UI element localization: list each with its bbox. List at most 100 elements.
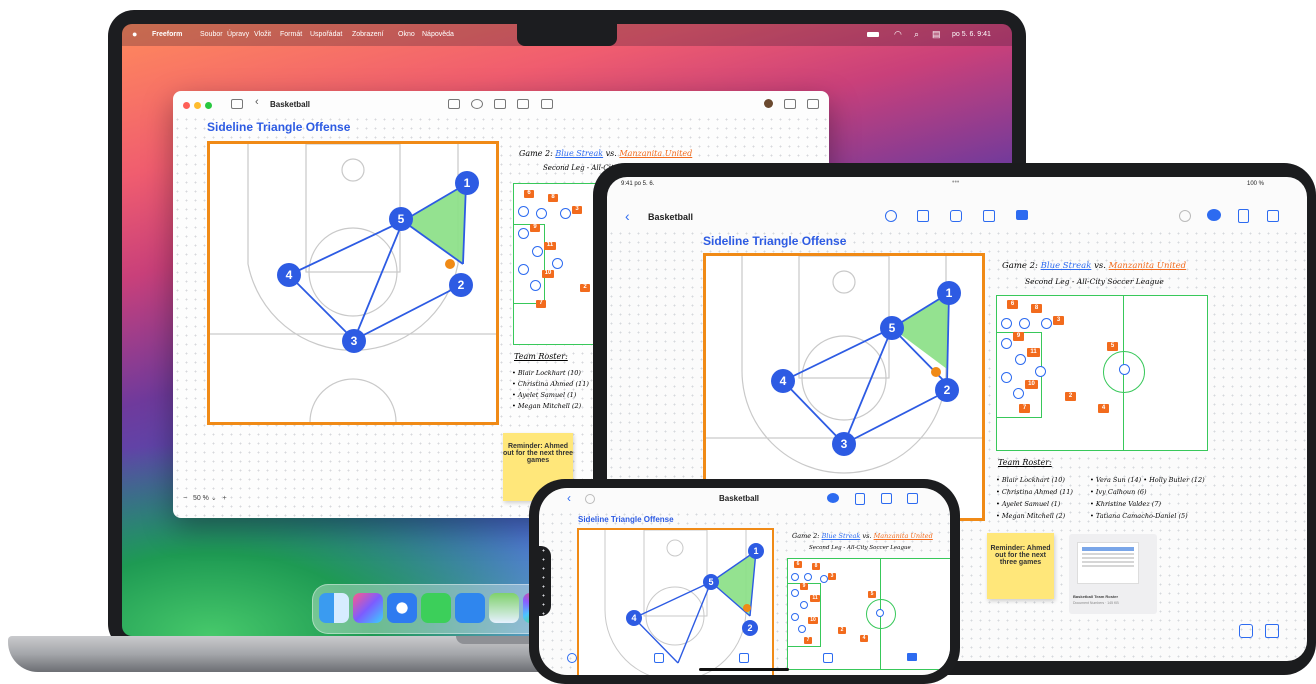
opponent-marker[interactable] [1119, 364, 1130, 375]
menu-app-name[interactable]: Freeform [152, 31, 182, 38]
search-icon[interactable]: ⌕ [914, 29, 919, 40]
player-1-marker[interactable]: 1 [937, 281, 961, 305]
player-2-marker[interactable]: 2 [935, 378, 959, 402]
zoom-out-button[interactable]: − [183, 495, 187, 502]
player-1-marker[interactable]: 1 [455, 171, 479, 195]
compose-icon[interactable] [1267, 210, 1279, 222]
opponent-marker[interactable] [1035, 366, 1046, 377]
player-4-marker[interactable]: 4 [277, 263, 301, 287]
game-title-note[interactable]: Game 2: Blue Streak vs. Manzanita United [519, 149, 692, 158]
collaborate-icon[interactable] [1207, 209, 1221, 221]
roster-list-left[interactable]: • Blair Lockhart (10) • Christina Ahmed … [996, 474, 1073, 522]
player-tag[interactable]: 8 [548, 194, 558, 202]
multitask-dots[interactable]: ••• [952, 179, 959, 186]
player-tag[interactable]: 5 [1107, 342, 1118, 351]
opponent-marker[interactable] [1001, 372, 1012, 383]
player-tag[interactable]: 2 [838, 627, 846, 634]
minimize-window-icon[interactable] [194, 102, 201, 109]
player-tag[interactable]: 11 [544, 242, 556, 250]
roster-document-card[interactable]: Basketball Team Roster Document Numbers … [1069, 534, 1157, 614]
battery-icon[interactable] [867, 32, 879, 37]
roster-list-right[interactable]: • Vera Sun (14) • Holly Butler (12) • Iv… [1090, 474, 1205, 522]
mail-icon[interactable] [455, 593, 485, 623]
player-tag[interactable]: 9 [1013, 332, 1024, 341]
player-tag[interactable]: 10 [808, 617, 818, 624]
opponent-marker[interactable] [1001, 318, 1012, 329]
undo-icon[interactable] [585, 494, 595, 504]
duplicate-icon[interactable] [881, 493, 892, 504]
opponent-marker[interactable] [791, 613, 799, 621]
player-2-marker[interactable]: 2 [742, 620, 758, 636]
opponent-marker[interactable] [560, 208, 571, 219]
opponent-marker[interactable] [800, 601, 808, 609]
game-subtitle-note[interactable]: Second Leg - All-City Soccer League [809, 545, 911, 551]
pen-icon[interactable] [567, 653, 577, 663]
opponent-marker[interactable] [820, 575, 828, 583]
back-chevron-icon[interactable]: ‹ [625, 208, 630, 224]
player-1-marker[interactable]: 1 [748, 543, 764, 559]
safari-icon[interactable] [387, 593, 417, 623]
collaborator-avatar[interactable] [764, 99, 773, 108]
player-5-marker[interactable]: 5 [703, 574, 719, 590]
player-2-marker[interactable]: 2 [449, 273, 473, 297]
folder-icon[interactable] [541, 99, 553, 109]
chevron-left-icon[interactable]: ‹ [255, 96, 259, 108]
sidebar-icon[interactable] [231, 99, 243, 109]
maps-icon[interactable] [489, 593, 519, 623]
player-tag[interactable]: 6 [794, 561, 802, 568]
opponent-marker[interactable] [876, 609, 884, 617]
player-tag[interactable]: 9 [530, 224, 540, 232]
player-tag[interactable]: 10 [1025, 380, 1038, 389]
player-tag[interactable]: 8 [1031, 304, 1042, 313]
sticky-note-icon[interactable] [917, 210, 929, 222]
menu-item-file[interactable]: Soubor [200, 31, 223, 38]
shapes-icon[interactable] [471, 99, 483, 109]
reminder-sticky-note[interactable]: Reminder: Ahmed out for the next three g… [987, 533, 1054, 599]
player-tag[interactable]: 7 [1019, 404, 1030, 413]
apple-logo-icon[interactable]: ● [132, 29, 137, 39]
structure-icon[interactable] [1239, 624, 1253, 638]
menu-item-arrange[interactable]: Uspořádat [310, 31, 342, 38]
opponent-marker[interactable] [1019, 318, 1030, 329]
player-tag[interactable]: 5 [868, 591, 876, 598]
iphone-board-canvas[interactable]: Sideline Triangle Offense 1 2 4 5 Game 2… [539, 510, 950, 675]
player-tag[interactable]: 4 [860, 635, 868, 642]
collaborate-icon[interactable] [827, 493, 839, 503]
roster-title[interactable]: Team Roster: [514, 352, 568, 361]
shapes-icon[interactable] [950, 210, 962, 222]
opponent-marker[interactable] [518, 206, 529, 217]
opponent-marker[interactable] [804, 573, 812, 581]
opponent-marker[interactable] [1041, 318, 1052, 329]
menu-item-window[interactable]: Okno [398, 31, 415, 38]
shapes-icon[interactable] [739, 653, 749, 663]
iphone-title[interactable]: Basketball [719, 494, 759, 503]
player-tag[interactable]: 10 [542, 270, 554, 278]
player-tag[interactable]: 3 [1053, 316, 1064, 325]
undo-icon[interactable] [1179, 210, 1191, 222]
court-frame[interactable]: 1 2 3 4 5 [207, 141, 499, 425]
share-icon[interactable] [1238, 209, 1249, 223]
wifi-icon[interactable]: ◠ [894, 29, 902, 40]
share-icon[interactable] [855, 493, 865, 505]
player-5-marker[interactable]: 5 [389, 207, 413, 231]
compose-icon[interactable] [807, 99, 819, 109]
menu-item-edit[interactable]: Úpravy [227, 31, 249, 38]
opponent-marker[interactable] [1015, 354, 1026, 365]
player-tag[interactable]: 3 [572, 206, 582, 214]
game-subtitle-note[interactable]: Second Leg - All-City Soccer League [1025, 277, 1164, 286]
player-tag[interactable]: 2 [580, 284, 590, 292]
player-tag[interactable]: 7 [804, 637, 812, 644]
player-3-marker[interactable]: 3 [832, 432, 856, 456]
player-tag[interactable]: 11 [810, 595, 820, 602]
player-tag[interactable]: 11 [1027, 348, 1040, 357]
opponent-marker[interactable] [518, 264, 529, 275]
back-chevron-icon[interactable]: ‹ [567, 491, 571, 505]
player-tag[interactable]: 2 [1065, 392, 1076, 401]
grid-icon[interactable] [1265, 624, 1279, 638]
zoom-control[interactable]: − 50 % ⌄ + [183, 494, 227, 502]
share-icon[interactable] [784, 99, 796, 109]
opponent-marker[interactable] [791, 589, 799, 597]
opponent-marker[interactable] [1013, 388, 1024, 399]
player-4-marker[interactable]: 4 [626, 610, 642, 626]
photo-icon[interactable] [517, 99, 529, 109]
